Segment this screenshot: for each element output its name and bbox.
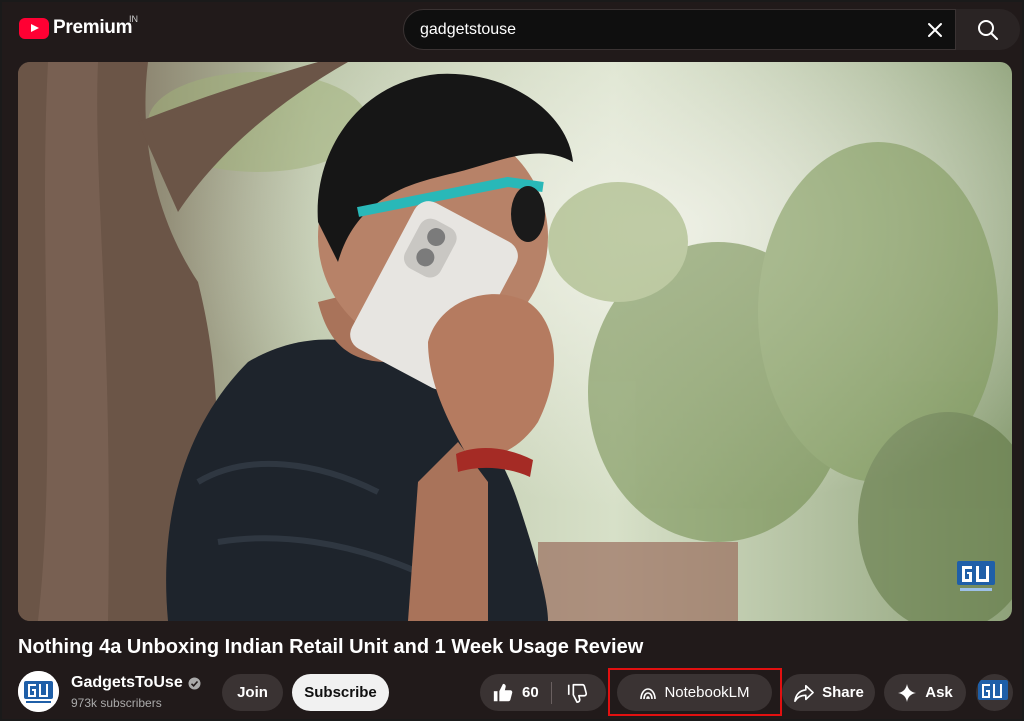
search-box: [403, 9, 956, 50]
ask-label: Ask: [925, 684, 953, 701]
notebooklm-label: NotebookLM: [664, 684, 750, 701]
share-label: Share: [822, 684, 864, 701]
channel-name[interactable]: GadgetsToUse: [71, 674, 183, 692]
channel-avatar-logo-icon: [18, 671, 59, 712]
notebooklm-icon: [640, 687, 657, 699]
top-header: Premium IN: [0, 0, 1024, 58]
search-button[interactable]: [956, 9, 1020, 50]
more-actions-button[interactable]: [976, 674, 1013, 711]
ask-button[interactable]: Ask: [884, 674, 966, 711]
join-button[interactable]: Join: [222, 674, 283, 711]
share-button[interactable]: Share: [782, 674, 875, 711]
like-dislike-group: 60: [480, 674, 606, 711]
dislike-button[interactable]: [552, 674, 588, 711]
thumbs-down-icon: [567, 683, 587, 703]
gadgetstouse-logo-icon: [978, 680, 1008, 700]
like-count: 60: [522, 684, 539, 701]
youtube-play-icon: [19, 17, 49, 39]
channel-watermark[interactable]: [956, 560, 996, 599]
search-icon: [978, 19, 998, 40]
subscribe-button[interactable]: Subscribe: [292, 674, 389, 711]
verified-check-icon: [188, 677, 201, 689]
logo-text: Premium: [53, 17, 133, 38]
video-player[interactable]: [18, 62, 1012, 621]
like-button[interactable]: 60: [480, 674, 539, 711]
channel-name-row[interactable]: GadgetsToUse: [71, 674, 201, 692]
clear-search-button[interactable]: [920, 15, 949, 44]
search-input[interactable]: [420, 10, 910, 49]
video-frame: [18, 62, 1012, 621]
sparkle-icon: [898, 683, 917, 702]
country-code: IN: [129, 14, 138, 24]
gadgetstouse-logo-icon: [957, 561, 995, 591]
close-icon: [927, 22, 942, 37]
thumbs-up-icon: [493, 683, 513, 701]
share-icon: [794, 684, 815, 702]
notebooklm-button[interactable]: NotebookLM: [617, 674, 772, 711]
subscriber-count: 973k subscribers: [71, 696, 162, 710]
youtube-premium-logo[interactable]: Premium: [19, 17, 133, 39]
video-title: Nothing 4a Unboxing Indian Retail Unit a…: [18, 636, 644, 658]
channel-avatar[interactable]: [18, 671, 59, 712]
